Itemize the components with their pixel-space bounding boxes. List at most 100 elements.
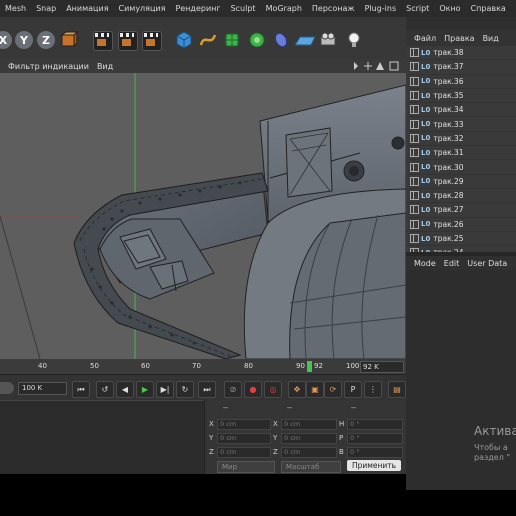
pos-y-field[interactable]: 0 cm [217, 433, 271, 444]
menu-mograph[interactable]: MoGraph [261, 4, 307, 13]
om-menu-edit[interactable]: Правка [444, 34, 474, 43]
subdivision-surface-icon[interactable] [223, 31, 241, 49]
rot-h-field[interactable]: 0 ° [347, 419, 403, 430]
menu-help[interactable]: Справка [466, 4, 511, 13]
deformer-icon[interactable] [272, 31, 290, 49]
rot-b-field[interactable]: 0 ° [347, 447, 403, 458]
expand-icon[interactable] [410, 133, 419, 143]
expand-icon[interactable] [410, 62, 419, 72]
end-frame-field[interactable]: 92 K [360, 361, 404, 373]
menu-sculpt[interactable]: Sculpt [226, 4, 261, 13]
cube-icon[interactable] [175, 31, 193, 49]
object-row[interactable]: L0 трак.38 [406, 46, 516, 61]
min-frame-slider[interactable] [0, 382, 14, 394]
size-x-field[interactable]: 0 cm [281, 419, 337, 430]
menu-render[interactable]: Рендеринг [170, 4, 225, 13]
viewport-navigation-icons[interactable] [350, 60, 404, 72]
goto-start-button[interactable]: ⏮ [72, 381, 90, 398]
om-menu-file[interactable]: Файл [414, 34, 436, 43]
pos-z-field[interactable]: 0 cm [217, 447, 271, 458]
key-move-icon[interactable]: ✥ [288, 381, 306, 398]
play-button[interactable]: ▶ [136, 381, 154, 398]
object-row[interactable]: L0 трак.35 [406, 89, 516, 104]
menu-window[interactable]: Окно [434, 4, 465, 13]
pos-x-field[interactable]: 0 cm [217, 419, 271, 430]
object-row[interactable]: L0 трак.26 [406, 218, 516, 232]
light-icon[interactable] [345, 31, 363, 49]
key-rotate-icon[interactable]: ⟳ [324, 381, 342, 398]
rot-p-field[interactable]: 0 ° [347, 433, 403, 444]
viewport-menu-view[interactable]: Вид [97, 62, 113, 71]
expand-icon[interactable] [410, 234, 419, 243]
key-parameter-icon[interactable]: P [344, 381, 362, 398]
record-keys-icon[interactable]: ⊘ [224, 381, 242, 398]
expand-icon[interactable] [410, 205, 419, 215]
object-row[interactable]: L0 трак.33 [406, 117, 516, 132]
attr-menu-user-data[interactable]: User Data [467, 259, 507, 268]
3d-viewport[interactable] [0, 73, 406, 359]
x-axis-toggle[interactable]: X [0, 31, 12, 49]
size-y-label: Y [273, 434, 278, 442]
expand-icon[interactable] [410, 119, 419, 129]
timeline-ruler[interactable]: 40 50 60 70 80 90 92 100 92 K [0, 359, 406, 374]
expand-icon[interactable] [410, 91, 419, 101]
y-axis-toggle[interactable]: Y [15, 31, 33, 49]
attr-menu-edit[interactable]: Edit [444, 259, 460, 268]
autokey-icon[interactable]: ◎ [264, 381, 282, 398]
z-axis-toggle[interactable]: Z [37, 31, 55, 49]
expand-icon[interactable] [410, 48, 419, 58]
menu-snap[interactable]: Snap [31, 4, 61, 13]
timeline-window-icon[interactable]: ▤ [388, 381, 406, 398]
render-view-icon[interactable] [93, 31, 113, 51]
render-settings-icon[interactable] [142, 31, 162, 51]
prev-keyframe-button[interactable]: ↺ [96, 381, 114, 398]
spline-pen-icon[interactable] [199, 31, 217, 49]
next-frame-button[interactable]: ▶| [156, 381, 174, 398]
expand-icon[interactable] [410, 219, 419, 229]
key-scale-icon[interactable]: ▣ [306, 381, 324, 398]
expand-icon[interactable] [410, 176, 419, 186]
menu-simulation[interactable]: Симуляция [114, 4, 171, 13]
object-row[interactable]: L0 трак.27 [406, 203, 516, 218]
expand-icon[interactable] [410, 191, 419, 201]
cloner-icon[interactable] [248, 31, 266, 49]
key-pla-icon[interactable]: ⋮ [364, 381, 382, 398]
object-row[interactable]: L0 трак.28 [406, 189, 516, 204]
attr-menu-mode[interactable]: Mode [414, 259, 436, 268]
object-row[interactable]: L0 трак.30 [406, 160, 516, 175]
menu-mesh[interactable]: Mesh [0, 4, 31, 13]
expand-icon[interactable] [410, 148, 419, 158]
object-row[interactable]: L0 трак.29 [406, 175, 516, 189]
coordinate-system-icon[interactable] [60, 30, 79, 49]
goto-end-button[interactable]: ⏭ [198, 381, 216, 398]
floor-icon[interactable] [294, 31, 316, 49]
coordinate-mode-select[interactable]: Мир [217, 461, 275, 473]
object-row[interactable]: L0 трак.31 [406, 146, 516, 161]
menu-animation[interactable]: Анимация [61, 4, 113, 13]
object-row[interactable]: L0 трак.36 [406, 75, 516, 89]
object-row[interactable]: L0 трак.37 [406, 60, 516, 75]
preview-max-field[interactable]: 100 K [18, 382, 67, 395]
expand-icon[interactable] [410, 76, 419, 86]
menu-character[interactable]: Персонаж [307, 4, 360, 13]
apply-button[interactable]: Применить [347, 460, 401, 471]
size-z-field[interactable]: 0 cm [281, 447, 337, 458]
object-row[interactable]: L0 трак.34 [406, 103, 516, 118]
next-keyframe-button[interactable]: ↻ [176, 381, 194, 398]
viewport-menu-display-filter[interactable]: Фильтр индикации [8, 62, 89, 71]
playhead[interactable] [307, 361, 312, 372]
camera-icon[interactable] [320, 31, 338, 49]
menu-plugins[interactable]: Plug-ins [360, 4, 402, 13]
material-manager[interactable] [0, 400, 204, 475]
object-row[interactable]: L0 трак.25 [406, 232, 516, 247]
prev-frame-button[interactable]: ◀ [116, 381, 134, 398]
menu-script[interactable]: Script [401, 4, 434, 13]
size-y-field[interactable]: 0 cm [281, 433, 337, 444]
size-mode-select[interactable]: Масштаб [281, 461, 341, 473]
render-picture-viewer-icon[interactable] [118, 31, 138, 51]
record-active-icon[interactable]: ● [244, 381, 262, 398]
om-menu-view[interactable]: Вид [483, 34, 499, 43]
expand-icon[interactable] [410, 162, 419, 172]
object-row[interactable]: L0 трак.32 [406, 132, 516, 147]
expand-icon[interactable] [410, 105, 419, 115]
